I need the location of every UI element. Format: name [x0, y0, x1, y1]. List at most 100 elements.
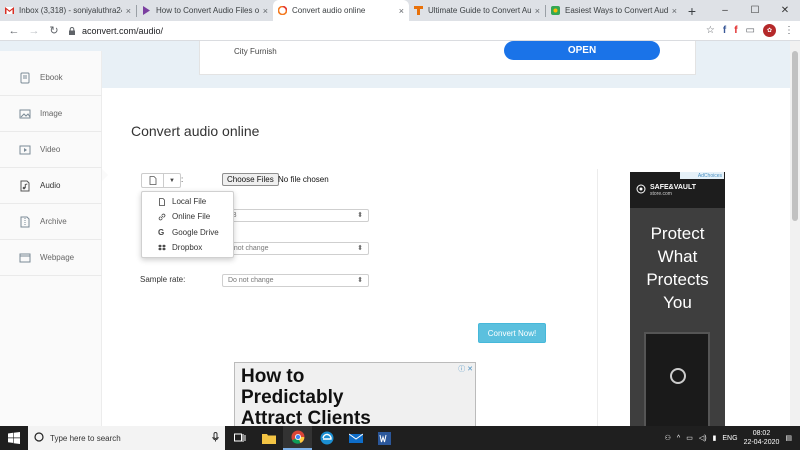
webpage-icon: [19, 252, 31, 264]
sidebar-item-audio[interactable]: Audio: [0, 168, 102, 204]
windows-start-icon[interactable]: [0, 426, 28, 450]
sidebar-item-label: Ebook: [40, 73, 63, 82]
avatar[interactable]: ✿: [763, 24, 776, 37]
toolbar-actions: ☆ f f ▭ ✿ ⋮: [706, 24, 794, 37]
side-ad-brand-name: SAFE&VAULT: [650, 183, 697, 191]
converter-sidebar: Ebook Image Video Audio Archive Webpage: [0, 51, 102, 426]
minimize-icon[interactable]: –: [710, 0, 740, 21]
mail-app-icon[interactable]: [341, 426, 370, 450]
file-explorer-icon[interactable]: [254, 426, 283, 450]
taskbar-clock[interactable]: 08:02 22-04-2020: [744, 429, 780, 447]
tab-easiest-ways[interactable]: Easiest Ways to Convert Audio ×: [546, 0, 682, 21]
more-menu-icon[interactable]: ⋮: [784, 25, 794, 36]
file-icon: [158, 197, 166, 206]
active-indicator-arrow: [102, 169, 108, 181]
aconvert-icon: [277, 5, 288, 16]
tab-title: Ultimate Guide to Convert Au: [428, 6, 531, 15]
lock-icon: [68, 26, 76, 35]
headline-line: How to: [241, 366, 305, 387]
content-divider: [597, 169, 598, 426]
video-play-icon: [142, 6, 151, 15]
tab-strip: Inbox (3,318) - soniyaluthra24@ × How to…: [0, 0, 800, 21]
sidebar-item-video[interactable]: Video: [0, 132, 102, 168]
sidebar-item-archive[interactable]: Archive: [0, 204, 102, 240]
bottom-ad-headline: How to Predictably Attract Clients: [241, 366, 371, 426]
ebook-icon: [19, 72, 31, 84]
people-icon[interactable]: ⚇: [665, 434, 671, 442]
volume-icon[interactable]: ◁): [699, 434, 707, 442]
adchoices-badge[interactable]: AdChoices: [680, 172, 724, 179]
file-source-dropdown-button[interactable]: ▼: [141, 173, 181, 188]
side-ad[interactable]: SAFE&VAULT store.com Protect What Protec…: [630, 172, 725, 426]
bitrate-select[interactable]: o not change ⬍: [222, 242, 369, 255]
convert-now-button[interactable]: Convert Now!: [478, 323, 546, 343]
ad-open-button[interactable]: OPEN: [504, 41, 660, 60]
sidebar-item-label: Image: [40, 109, 63, 118]
word-icon[interactable]: [370, 426, 399, 450]
scroll-thumb[interactable]: [792, 51, 798, 221]
close-icon[interactable]: ×: [263, 6, 268, 16]
maximize-icon[interactable]: ☐: [740, 0, 770, 21]
sample-rate-select[interactable]: Do not change ⬍: [222, 274, 369, 287]
headline-line: Attract Clients: [241, 408, 371, 426]
bottom-ad[interactable]: How to Predictably Attract Clients ⓘ ✕: [234, 362, 476, 426]
network-icon[interactable]: ▭: [686, 434, 693, 442]
forward-arrow-icon[interactable]: →: [26, 25, 42, 37]
window-close-icon[interactable]: ✕: [770, 0, 800, 21]
close-icon[interactable]: ×: [672, 6, 677, 16]
language-indicator[interactable]: ENG: [722, 435, 737, 442]
headline-line: Protects: [646, 270, 709, 289]
bookmark-star-icon[interactable]: ☆: [706, 25, 715, 36]
menu-item-local-file[interactable]: Local File: [158, 197, 206, 206]
archive-icon: [19, 216, 31, 228]
page-scrollbar[interactable]: [790, 41, 800, 426]
edge-icon[interactable]: [312, 426, 341, 450]
tab-title: Convert audio online: [292, 6, 366, 15]
sidebar-item-label: Webpage: [40, 253, 75, 262]
link-icon: [158, 213, 166, 221]
sidebar-item-image[interactable]: Image: [0, 96, 102, 132]
reload-icon[interactable]: ↻: [46, 24, 62, 37]
ad-close-icon[interactable]: ⓘ ✕: [458, 364, 473, 374]
chrome-icon[interactable]: [283, 426, 312, 450]
browser-toolbar: ← → ↻ aconvert.com/audio/ ☆ f f ▭ ✿ ⋮: [0, 21, 800, 41]
tab-convert-audio-online[interactable]: Convert audio online ×: [273, 0, 409, 21]
menu-item-online-file[interactable]: Online File: [158, 212, 210, 221]
taskbar-search-box[interactable]: Type here to search: [28, 426, 225, 450]
safe-vault-logo-icon: [636, 184, 646, 196]
select-arrows-icon: ⬍: [357, 245, 363, 252]
sidebar-item-webpage[interactable]: Webpage: [0, 240, 102, 276]
close-icon[interactable]: ×: [126, 6, 131, 16]
flipboard-extension-icon[interactable]: f: [734, 25, 737, 36]
sidebar-item-ebook[interactable]: Ebook: [0, 60, 102, 96]
menu-item-google-drive[interactable]: G Google Drive: [158, 228, 219, 237]
select-value: Do not change: [228, 277, 274, 284]
facebook-extension-icon[interactable]: f: [723, 25, 726, 36]
url-text: aconvert.com/audio/: [82, 25, 164, 36]
new-tab-button[interactable]: +: [682, 0, 702, 21]
back-arrow-icon[interactable]: ←: [6, 25, 22, 37]
task-view-icon[interactable]: [225, 426, 254, 450]
side-ad-headline: Protect What Protects You: [630, 222, 725, 314]
sidebar-item-label: Video: [40, 145, 61, 154]
target-format-select[interactable]: P3 ⬍: [222, 209, 369, 222]
top-ad-banner[interactable]: City Furnish OPEN: [199, 41, 696, 75]
headline-line: What: [657, 247, 698, 266]
tab-gmail[interactable]: Inbox (3,318) - soniyaluthra24@ ×: [0, 0, 136, 21]
tab-title: Inbox (3,318) - soniyaluthra24@: [19, 6, 122, 15]
tab-how-to-convert[interactable]: How to Convert Audio Files on ×: [137, 0, 273, 21]
cast-icon[interactable]: ▭: [746, 25, 755, 36]
tab-ultimate-guide[interactable]: Ultimate Guide to Convert Au ×: [409, 0, 545, 21]
choose-files-button[interactable]: Choose Files: [222, 173, 279, 186]
chevron-up-icon[interactable]: ^: [677, 435, 680, 442]
close-icon[interactable]: ×: [399, 6, 404, 16]
menu-item-dropbox[interactable]: Dropbox: [158, 243, 202, 252]
close-icon[interactable]: ×: [535, 6, 540, 16]
audio-icon: [19, 180, 31, 192]
battery-icon[interactable]: ▮: [713, 434, 717, 442]
search-icon: [34, 432, 44, 444]
address-bar[interactable]: aconvert.com/audio/: [68, 23, 698, 39]
notifications-icon[interactable]: ▤: [785, 434, 792, 442]
caret-down-icon: ▼: [169, 177, 175, 184]
microphone-icon[interactable]: [212, 432, 219, 444]
